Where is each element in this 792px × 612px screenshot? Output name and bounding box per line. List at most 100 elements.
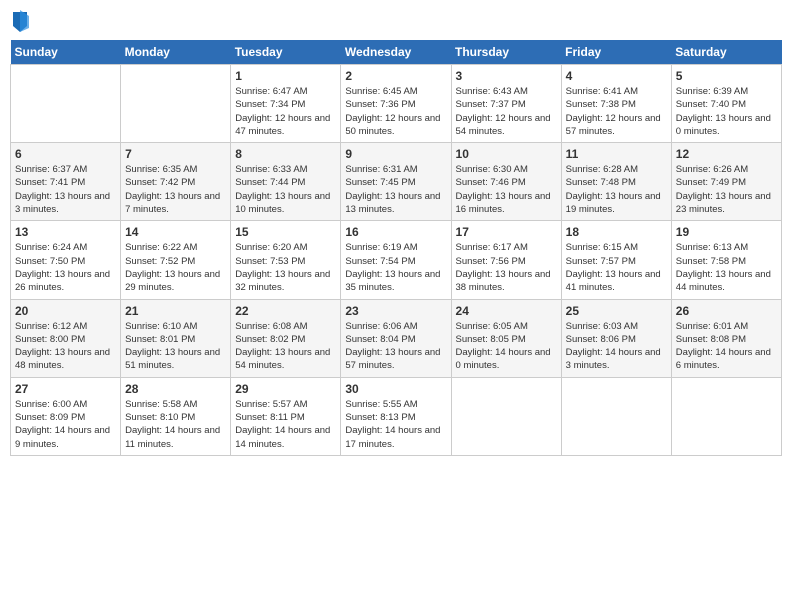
day-number: 7 [125, 147, 226, 161]
day-info: Sunrise: 6:19 AM Sunset: 7:54 PM Dayligh… [345, 241, 446, 294]
logo [10, 10, 29, 32]
day-info: Sunrise: 6:17 AM Sunset: 7:56 PM Dayligh… [456, 241, 557, 294]
calendar-cell: 29 Sunrise: 5:57 AM Sunset: 8:11 PM Dayli… [231, 377, 341, 455]
calendar-week-row: 13Sunrise: 6:24 AM Sunset: 7:50 PM Dayli… [11, 221, 782, 299]
calendar-cell: 19 Sunrise: 6:13 AM Sunset: 7:58 PM Dayli… [671, 221, 781, 299]
calendar-week-row: 27Sunrise: 6:00 AM Sunset: 8:09 PM Dayli… [11, 377, 782, 455]
calendar-cell: 22Sunrise: 6:08 AM Sunset: 8:02 PM Dayli… [231, 299, 341, 377]
day-info: Sunrise: 6:31 AM Sunset: 7:45 PM Dayligh… [345, 163, 446, 216]
day-info: Sunrise: 6:12 AM Sunset: 8:00 PM Dayligh… [15, 320, 116, 373]
day-number: 5 [676, 69, 777, 83]
day-number: 3 [456, 69, 557, 83]
day-number: 26 [676, 304, 777, 318]
header-day: Sunday [11, 40, 121, 65]
day-info: Sunrise: 5:58 AM Sunset: 8:10 PM Dayligh… [125, 398, 226, 451]
calendar-cell: 1 Sunrise: 6:47 AM Sunset: 7:34 PM Daylig… [231, 65, 341, 143]
header-row: SundayMondayTuesdayWednesdayThursdayFrid… [11, 40, 782, 65]
calendar-cell: 15 Sunrise: 6:20 AM Sunset: 7:53 PM Dayli… [231, 221, 341, 299]
day-info: Sunrise: 6:45 AM Sunset: 7:36 PM Dayligh… [345, 85, 446, 138]
calendar-body: 1 Sunrise: 6:47 AM Sunset: 7:34 PM Daylig… [11, 65, 782, 456]
page-header [10, 10, 782, 32]
day-number: 10 [456, 147, 557, 161]
header-day: Monday [121, 40, 231, 65]
day-number: 18 [566, 225, 667, 239]
day-info: Sunrise: 5:57 AM Sunset: 8:11 PM Dayligh… [235, 398, 336, 451]
calendar-cell [121, 65, 231, 143]
day-number: 16 [345, 225, 446, 239]
day-info: Sunrise: 6:39 AM Sunset: 7:40 PM Dayligh… [676, 85, 777, 138]
day-number: 12 [676, 147, 777, 161]
calendar-week-row: 6Sunrise: 6:37 AM Sunset: 7:41 PM Daylig… [11, 143, 782, 221]
day-info: Sunrise: 6:20 AM Sunset: 7:53 PM Dayligh… [235, 241, 336, 294]
calendar-cell: 20 Sunrise: 6:12 AM Sunset: 8:00 PM Dayli… [11, 299, 121, 377]
calendar-cell: 10 Sunrise: 6:30 AM Sunset: 7:46 PM Dayli… [451, 143, 561, 221]
day-info: Sunrise: 6:03 AM Sunset: 8:06 PM Dayligh… [566, 320, 667, 373]
calendar-cell [561, 377, 671, 455]
day-info: Sunrise: 5:55 AM Sunset: 8:13 PM Dayligh… [345, 398, 446, 451]
calendar-cell: 17 Sunrise: 6:17 AM Sunset: 7:56 PM Dayli… [451, 221, 561, 299]
day-info: Sunrise: 6:41 AM Sunset: 7:38 PM Dayligh… [566, 85, 667, 138]
day-number: 24 [456, 304, 557, 318]
day-number: 30 [345, 382, 446, 396]
header-day: Thursday [451, 40, 561, 65]
day-number: 20 [15, 304, 116, 318]
calendar-cell: 23 Sunrise: 6:06 AM Sunset: 8:04 PM Dayli… [341, 299, 451, 377]
day-number: 4 [566, 69, 667, 83]
day-number: 21 [125, 304, 226, 318]
day-info: Sunrise: 6:06 AM Sunset: 8:04 PM Dayligh… [345, 320, 446, 373]
day-info: Sunrise: 6:15 AM Sunset: 7:57 PM Dayligh… [566, 241, 667, 294]
calendar-cell: 5 Sunrise: 6:39 AM Sunset: 7:40 PM Daylig… [671, 65, 781, 143]
day-number: 15 [235, 225, 336, 239]
calendar-cell: 14Sunrise: 6:22 AM Sunset: 7:52 PM Dayli… [121, 221, 231, 299]
day-info: Sunrise: 6:35 AM Sunset: 7:42 PM Dayligh… [125, 163, 226, 216]
day-number: 1 [235, 69, 336, 83]
day-info: Sunrise: 6:37 AM Sunset: 7:41 PM Dayligh… [15, 163, 116, 216]
calendar-header: SundayMondayTuesdayWednesdayThursdayFrid… [11, 40, 782, 65]
day-number: 29 [235, 382, 336, 396]
day-info: Sunrise: 6:01 AM Sunset: 8:08 PM Dayligh… [676, 320, 777, 373]
day-number: 22 [235, 304, 336, 318]
calendar-cell [671, 377, 781, 455]
day-info: Sunrise: 6:13 AM Sunset: 7:58 PM Dayligh… [676, 241, 777, 294]
logo-icon [11, 10, 29, 32]
calendar-cell [11, 65, 121, 143]
calendar-cell: 13Sunrise: 6:24 AM Sunset: 7:50 PM Dayli… [11, 221, 121, 299]
calendar-cell: 28Sunrise: 5:58 AM Sunset: 8:10 PM Dayli… [121, 377, 231, 455]
calendar-cell: 25 Sunrise: 6:03 AM Sunset: 8:06 PM Dayli… [561, 299, 671, 377]
calendar-table: SundayMondayTuesdayWednesdayThursdayFrid… [10, 40, 782, 456]
day-number: 23 [345, 304, 446, 318]
calendar-cell [451, 377, 561, 455]
day-number: 25 [566, 304, 667, 318]
calendar-cell: 4 Sunrise: 6:41 AM Sunset: 7:38 PM Daylig… [561, 65, 671, 143]
day-number: 13 [15, 225, 116, 239]
header-day: Wednesday [341, 40, 451, 65]
day-number: 14 [125, 225, 226, 239]
calendar-week-row: 20 Sunrise: 6:12 AM Sunset: 8:00 PM Dayli… [11, 299, 782, 377]
calendar-cell: 30 Sunrise: 5:55 AM Sunset: 8:13 PM Dayli… [341, 377, 451, 455]
header-day: Tuesday [231, 40, 341, 65]
day-info: Sunrise: 6:10 AM Sunset: 8:01 PM Dayligh… [125, 320, 226, 373]
calendar-cell: 8Sunrise: 6:33 AM Sunset: 7:44 PM Daylig… [231, 143, 341, 221]
calendar-cell: 12 Sunrise: 6:26 AM Sunset: 7:49 PM Dayli… [671, 143, 781, 221]
day-number: 27 [15, 382, 116, 396]
day-number: 9 [345, 147, 446, 161]
calendar-cell: 21 Sunrise: 6:10 AM Sunset: 8:01 PM Dayli… [121, 299, 231, 377]
day-info: Sunrise: 6:47 AM Sunset: 7:34 PM Dayligh… [235, 85, 336, 138]
calendar-cell: 11Sunrise: 6:28 AM Sunset: 7:48 PM Dayli… [561, 143, 671, 221]
calendar-cell: 9 Sunrise: 6:31 AM Sunset: 7:45 PM Daylig… [341, 143, 451, 221]
day-info: Sunrise: 6:26 AM Sunset: 7:49 PM Dayligh… [676, 163, 777, 216]
day-number: 17 [456, 225, 557, 239]
day-info: Sunrise: 6:30 AM Sunset: 7:46 PM Dayligh… [456, 163, 557, 216]
day-info: Sunrise: 6:43 AM Sunset: 7:37 PM Dayligh… [456, 85, 557, 138]
day-number: 11 [566, 147, 667, 161]
calendar-cell: 3 Sunrise: 6:43 AM Sunset: 7:37 PM Daylig… [451, 65, 561, 143]
calendar-week-row: 1 Sunrise: 6:47 AM Sunset: 7:34 PM Daylig… [11, 65, 782, 143]
calendar-cell: 26 Sunrise: 6:01 AM Sunset: 8:08 PM Dayli… [671, 299, 781, 377]
calendar-cell: 24Sunrise: 6:05 AM Sunset: 8:05 PM Dayli… [451, 299, 561, 377]
calendar-cell: 7 Sunrise: 6:35 AM Sunset: 7:42 PM Daylig… [121, 143, 231, 221]
day-number: 19 [676, 225, 777, 239]
header-day: Saturday [671, 40, 781, 65]
calendar-cell: 6Sunrise: 6:37 AM Sunset: 7:41 PM Daylig… [11, 143, 121, 221]
day-number: 8 [235, 147, 336, 161]
header-day: Friday [561, 40, 671, 65]
